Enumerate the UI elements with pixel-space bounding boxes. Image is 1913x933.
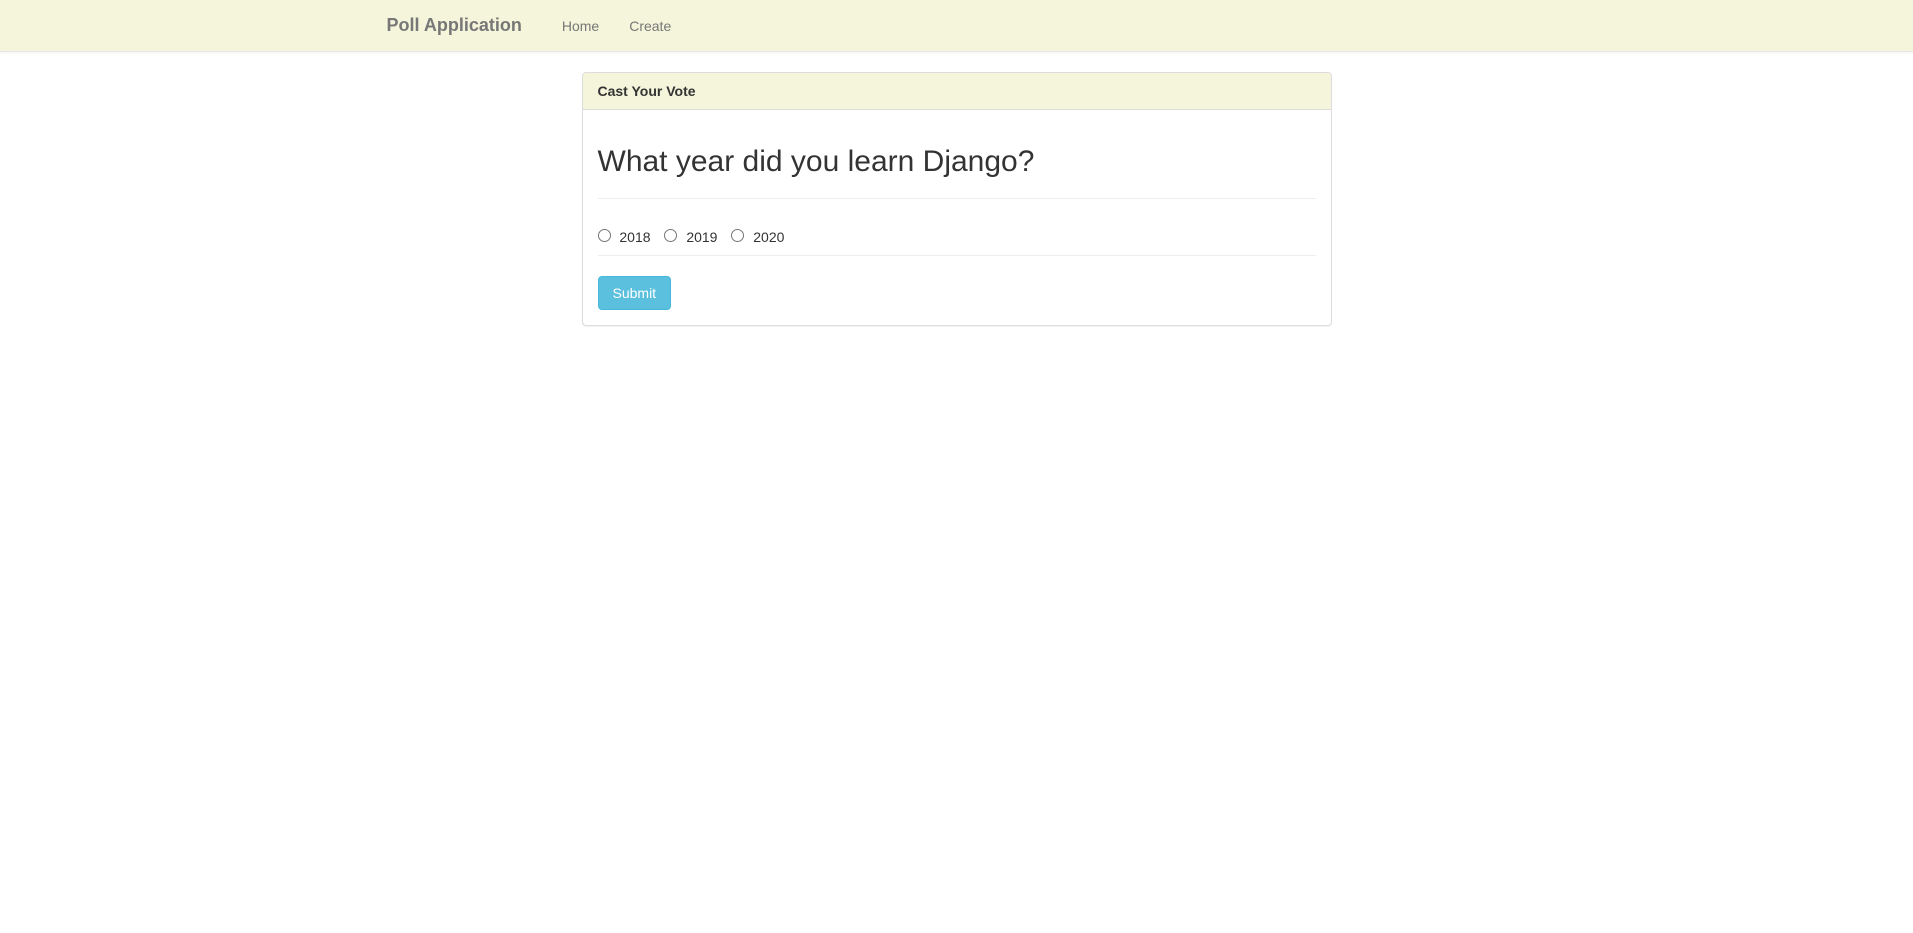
radio-label: 2020 [753,229,784,245]
nav-link-home[interactable]: Home [547,3,614,49]
radio-label: 2018 [619,229,650,245]
panel-body: What year did you learn Django? 2018 201… [583,110,1331,325]
page-header: What year did you learn Django? [598,145,1316,199]
submit-button[interactable]: Submit [598,276,672,310]
navbar: Poll Application Home Create [0,0,1913,52]
radio-label: 2019 [686,229,717,245]
navbar-brand[interactable]: Poll Application [387,0,537,51]
vote-form: 2018 2019 2020 Submit [598,219,1316,310]
vote-panel: Cast Your Vote What year did you learn D… [582,72,1332,326]
panel-heading: Cast Your Vote [583,73,1331,110]
nav-link-create[interactable]: Create [614,3,686,49]
radio-input-2019[interactable] [664,229,677,242]
radio-option-2019[interactable]: 2019 [664,229,717,245]
radio-input-2020[interactable] [731,229,744,242]
poll-question: What year did you learn Django? [598,145,1316,179]
options-row: 2018 2019 2020 [598,219,1316,256]
navbar-nav: Home Create [547,3,686,49]
radio-option-2018[interactable]: 2018 [598,229,651,245]
radio-option-2020[interactable]: 2020 [731,229,784,245]
radio-input-2018[interactable] [598,229,611,242]
